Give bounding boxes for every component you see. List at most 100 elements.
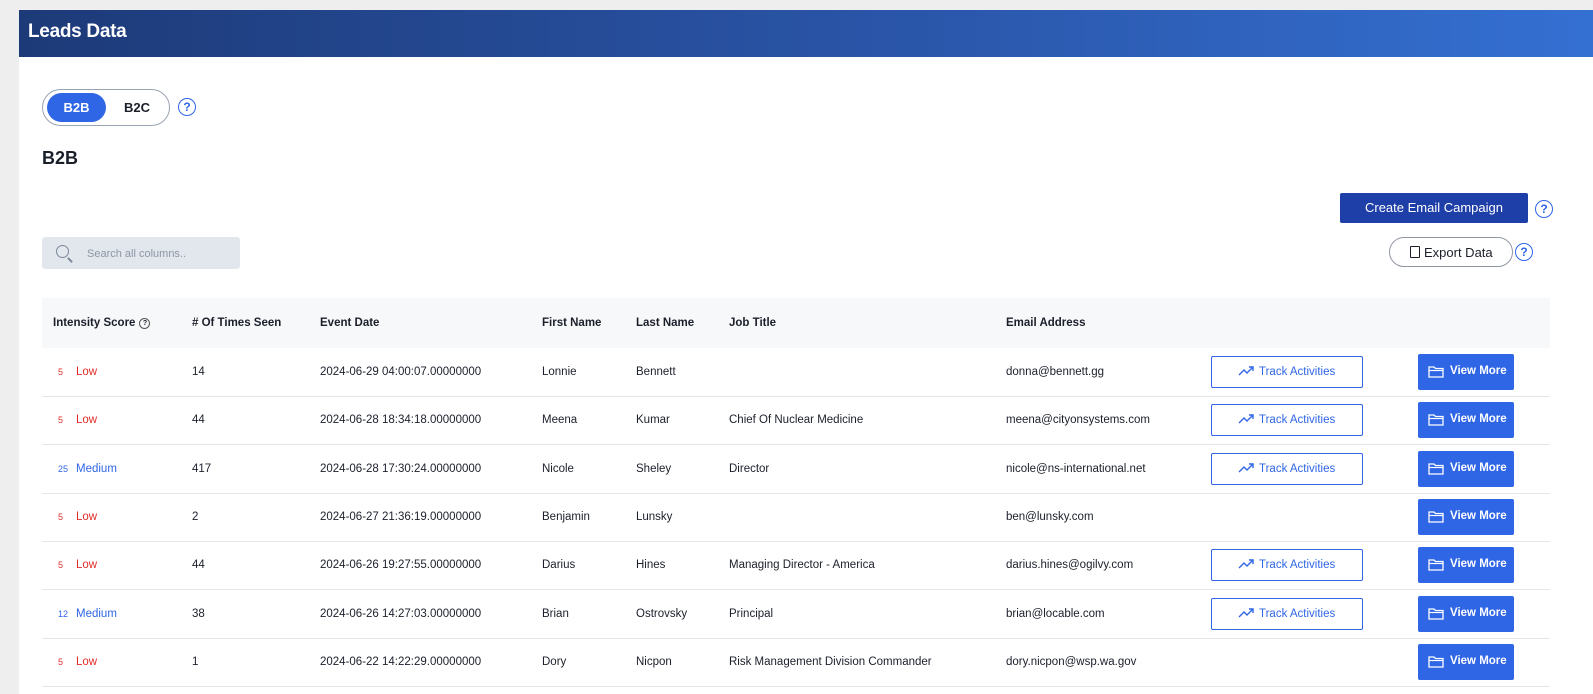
toggle-b2c[interactable]: B2C <box>109 93 165 122</box>
intensity-level: Low <box>76 510 98 523</box>
intensity-level: Low <box>76 366 98 378</box>
toggle-b2b[interactable]: B2B <box>47 93 106 122</box>
times-seen-cell: 1 <box>192 655 199 668</box>
intensity-score-value: 5 <box>58 415 64 426</box>
table-row: 5 Low 1 2024-06-22 14:22:29.00000000 Dory Nic… <box>42 638 1550 687</box>
toggle-help-icon[interactable]: ? <box>178 98 196 116</box>
event-date-cell: 2024-06-28 18:34:18.00000000 <box>320 414 482 427</box>
event-date-cell: 2024-06-26 19:27:55.00000000 <box>320 559 482 572</box>
view-more-button[interactable]: View More <box>1418 450 1514 487</box>
section-title: B2B <box>42 148 79 168</box>
times-seen-cell: 14 <box>192 366 205 378</box>
col-first-name[interactable]: First Name <box>542 317 601 329</box>
col-email-address[interactable]: Email Address <box>1006 317 1085 329</box>
intensity-level: Low <box>76 559 98 572</box>
col-intensity-score[interactable]: Intensity Score? <box>53 317 151 329</box>
intensity-score-value: 12 <box>58 608 69 619</box>
intensity-level: Medium <box>76 462 117 475</box>
email-cell: ben@lunsky.com <box>1006 510 1094 523</box>
track-activities-button[interactable]: Track Activities <box>1211 597 1363 630</box>
view-more-label: View More <box>1450 413 1507 426</box>
table-row: 5 Low 44 2024-06-26 19:27:55.00000000 Darius… <box>42 541 1550 591</box>
first-name-cell: Lonnie <box>542 366 577 378</box>
times-seen-cell: 44 <box>192 559 205 572</box>
track-activities-label: Track Activities <box>1259 414 1336 427</box>
view-more-label: View More <box>1450 558 1507 571</box>
email-campaign-help-icon[interactable]: ? <box>1535 200 1553 218</box>
event-date-cell: 2024-06-26 14:27:03.00000000 <box>320 607 482 620</box>
export-data-button[interactable]: Export Data <box>1389 237 1513 267</box>
leads-panel: Leads Data B2B B2C ? B2B Create Email Ca… <box>19 10 1593 694</box>
intensity-score-value: 5 <box>58 367 64 377</box>
table-row: 5 Low 14 2024-06-29 04:00:07.00000000 Lonnie… <box>42 348 1550 397</box>
track-activities-button[interactable]: Track Activities <box>1211 404 1363 437</box>
first-name-cell: Nicole <box>542 462 574 475</box>
file-export-icon <box>1410 246 1420 258</box>
export-help-icon[interactable]: ? <box>1515 243 1533 261</box>
create-email-campaign-button[interactable]: Create Email Campaign <box>1340 193 1528 223</box>
view-more-label: View More <box>1450 365 1507 377</box>
col-last-name[interactable]: Last Name <box>636 317 694 329</box>
track-activities-label: Track Activities <box>1259 607 1336 620</box>
event-date-cell: 2024-06-29 04:00:07.00000000 <box>320 366 482 378</box>
email-cell: meena@cityonsystems.com <box>1006 414 1150 427</box>
table-header: Intensity Score? # Of Times Seen Event D… <box>42 298 1550 348</box>
view-more-button[interactable]: View More <box>1418 643 1514 680</box>
b2b-b2c-toggle: B2B B2C <box>42 89 170 126</box>
track-activities-label: Track Activities <box>1259 559 1336 572</box>
event-date-cell: 2024-06-27 21:36:19.00000000 <box>320 510 482 523</box>
email-cell: brian@locable.com <box>1006 607 1105 620</box>
last-name-cell: Bennett <box>636 366 676 378</box>
track-activities-label: Track Activities <box>1259 462 1336 475</box>
search-box <box>42 237 240 269</box>
view-more-button[interactable]: View More <box>1418 595 1514 632</box>
intensity-score-value: 25 <box>58 463 69 474</box>
event-date-cell: 2024-06-22 14:22:29.00000000 <box>320 655 482 668</box>
first-name-cell: Dory <box>542 655 567 668</box>
search-icon <box>56 245 69 258</box>
last-name-cell: Kumar <box>636 414 670 427</box>
last-name-cell: Nicpon <box>636 655 672 668</box>
job-title-cell: Managing Director - America <box>729 559 875 572</box>
view-more-label: View More <box>1450 509 1507 522</box>
view-more-button[interactable]: View More <box>1418 402 1514 439</box>
event-date-cell: 2024-06-28 17:30:24.00000000 <box>320 462 482 475</box>
col-event-date[interactable]: Event Date <box>320 317 379 329</box>
intensity-score-value: 5 <box>58 511 64 522</box>
first-name-cell: Darius <box>542 559 576 572</box>
search-input[interactable] <box>85 243 234 265</box>
first-name-cell: Meena <box>542 414 578 427</box>
track-activities-button[interactable]: Track Activities <box>1211 452 1363 485</box>
first-name-cell: Brian <box>542 607 569 620</box>
view-more-button[interactable]: View More <box>1418 354 1514 390</box>
intensity-level: Low <box>76 655 98 668</box>
intensity-level: Medium <box>76 607 117 620</box>
times-seen-cell: 44 <box>192 414 205 427</box>
table-row: 12 Medium 38 2024-06-26 14:27:03.00000000 Br… <box>42 590 1550 639</box>
intensity-score-value: 5 <box>58 656 64 667</box>
times-seen-cell: 417 <box>192 462 212 475</box>
times-seen-cell: 38 <box>192 607 205 620</box>
job-title-cell: Director <box>729 462 770 475</box>
job-title-cell: Principal <box>729 607 774 620</box>
track-activities-button[interactable]: Track Activities <box>1211 549 1363 582</box>
view-more-label: View More <box>1450 654 1507 667</box>
view-more-label: View More <box>1450 461 1507 474</box>
job-title-cell: Chief Of Nuclear Medicine <box>729 414 864 427</box>
view-more-label: View More <box>1450 606 1507 619</box>
job-title-cell: Risk Management Division Commander <box>729 655 932 668</box>
col-job-title[interactable]: Job Title <box>729 317 776 329</box>
times-seen-cell: 2 <box>192 510 199 523</box>
track-activities-button[interactable]: Track Activities <box>1211 356 1363 388</box>
email-cell: nicole@ns-international.net <box>1006 462 1146 475</box>
last-name-cell: Sheley <box>636 462 672 475</box>
table-row: 25 Medium 417 2024-06-28 17:30:24.00000000 N… <box>42 445 1550 494</box>
track-activities-label: Track Activities <box>1259 366 1336 378</box>
last-name-cell: Lunsky <box>636 510 673 523</box>
info-icon[interactable]: ? <box>139 318 151 329</box>
view-more-button[interactable]: View More <box>1418 498 1514 535</box>
page-header: Leads Data <box>19 10 1593 57</box>
last-name-cell: Ostrovsky <box>636 607 688 620</box>
view-more-button[interactable]: View More <box>1418 547 1514 584</box>
col-times-seen[interactable]: # Of Times Seen <box>192 317 281 329</box>
